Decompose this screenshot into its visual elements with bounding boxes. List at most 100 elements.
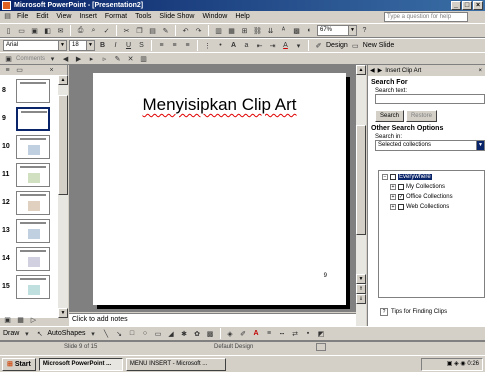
- slide-show-icon[interactable]: ▷: [28, 314, 39, 325]
- search-text-input[interactable]: [375, 94, 485, 104]
- font-color-icon[interactable]: A: [251, 328, 262, 339]
- slide-thumbnail-8[interactable]: 8: [0, 79, 60, 103]
- search-in-select[interactable]: Selected collections ▼: [375, 140, 485, 151]
- close-icon[interactable]: ×: [478, 68, 482, 74]
- print-icon[interactable]: ⎙: [75, 25, 86, 36]
- hyperlink-icon[interactable]: ⛓: [252, 25, 263, 36]
- slide-thumbnail-15[interactable]: 15: [0, 275, 60, 299]
- next-slide-icon[interactable]: ⇓: [356, 294, 366, 304]
- checkbox-icon[interactable]: [398, 204, 404, 210]
- reject-icon[interactable]: ▹: [99, 53, 110, 64]
- save-icon[interactable]: ▣: [29, 25, 40, 36]
- menu-edit[interactable]: Edit: [32, 11, 52, 23]
- chevron-down-icon[interactable]: ▾: [21, 328, 32, 339]
- increase-indent-icon[interactable]: ⇥: [267, 40, 278, 51]
- outline-tab-icon[interactable]: ≡: [3, 66, 12, 74]
- decrease-indent-icon[interactable]: ⇤: [254, 40, 265, 51]
- collapse-icon[interactable]: −: [382, 174, 388, 180]
- start-button[interactable]: ⊞ Start: [2, 357, 36, 371]
- tables-borders-icon[interactable]: ⊞: [239, 25, 250, 36]
- font-size-select[interactable]: 18 ▼: [69, 40, 95, 51]
- comments-button[interactable]: Comments: [16, 56, 45, 62]
- slide-canvas[interactable]: Menyisipkan Clip Art 9: [93, 73, 346, 305]
- back-icon[interactable]: ◀: [370, 67, 375, 74]
- bullets-icon[interactable]: •: [215, 40, 226, 51]
- slide-sorter-icon[interactable]: ▦: [15, 314, 26, 325]
- menu-tools[interactable]: Tools: [131, 11, 155, 23]
- task-pane-title[interactable]: Insert Clip Art: [385, 68, 421, 74]
- previous-item-icon[interactable]: ◀: [60, 53, 71, 64]
- new-slide-icon[interactable]: ▭: [350, 40, 361, 51]
- scroll-up-icon[interactable]: ▲: [58, 75, 68, 85]
- scroll-thumb[interactable]: [356, 125, 366, 235]
- font-select[interactable]: Arial ▼: [3, 40, 67, 51]
- slide-thumbnail-13[interactable]: 13: [0, 219, 60, 243]
- slides-tab-icon[interactable]: ▭: [15, 66, 24, 74]
- menu-help[interactable]: Help: [231, 11, 253, 23]
- autoshapes-menu[interactable]: AutoShapes: [47, 330, 85, 337]
- shadow-style-icon[interactable]: ▪: [303, 328, 314, 339]
- slide-thumbnail-9[interactable]: 9: [0, 107, 60, 131]
- numbering-icon[interactable]: ⋮: [202, 40, 213, 51]
- color-grayscale-icon[interactable]: ◐: [304, 25, 315, 36]
- cut-icon[interactable]: ✂: [121, 25, 132, 36]
- slides-scrollbar[interactable]: ▲ ▼: [58, 75, 68, 318]
- 3d-style-icon[interactable]: ◩: [316, 328, 327, 339]
- slide-thumbnail-12[interactable]: 12: [0, 191, 60, 215]
- delete-comment-icon[interactable]: ✕: [125, 53, 136, 64]
- checkbox-icon[interactable]: [398, 184, 404, 190]
- scroll-down-icon[interactable]: ▼: [356, 274, 366, 284]
- new-slide-button[interactable]: New Slide: [363, 42, 395, 49]
- undo-icon[interactable]: ↶: [180, 25, 191, 36]
- print-preview-icon[interactable]: ⌕: [88, 25, 99, 36]
- checkbox-icon[interactable]: [390, 174, 396, 180]
- markup-icon[interactable]: ▣: [3, 53, 14, 64]
- chart-icon[interactable]: ▥: [213, 25, 224, 36]
- slide-title[interactable]: Menyisipkan Clip Art: [93, 95, 346, 115]
- search-button[interactable]: Search: [375, 110, 405, 122]
- open-icon[interactable]: ▭: [16, 25, 27, 36]
- new-icon[interactable]: ▯: [3, 25, 14, 36]
- help-search-input[interactable]: Type a question for help: [384, 12, 468, 22]
- tree-item-everywhere[interactable]: − Everywhere: [382, 174, 432, 180]
- document-icon[interactable]: ▤: [2, 12, 13, 23]
- menu-slide-show[interactable]: Slide Show: [155, 11, 198, 23]
- design-button[interactable]: Design: [326, 42, 348, 49]
- help-icon[interactable]: ?: [359, 25, 370, 36]
- next-item-icon[interactable]: ▶: [73, 53, 84, 64]
- close-pane-icon[interactable]: ×: [47, 66, 56, 74]
- tree-item-my-collections[interactable]: + My Collections: [390, 184, 445, 190]
- format-painter-icon[interactable]: ✎: [160, 25, 171, 36]
- arrow-icon[interactable]: ▾: [47, 53, 58, 64]
- scroll-up-icon[interactable]: ▲: [356, 65, 366, 75]
- apply-icon[interactable]: ▸: [86, 53, 97, 64]
- increase-font-icon[interactable]: A: [228, 40, 239, 51]
- arrow-style-icon[interactable]: ⇄: [290, 328, 301, 339]
- close-button[interactable]: ×: [473, 1, 483, 10]
- line-icon[interactable]: ╲: [101, 328, 112, 339]
- slide-thumbnail-14[interactable]: 14: [0, 247, 60, 271]
- menu-insert[interactable]: Insert: [75, 11, 101, 23]
- grid-icon[interactable]: ▩: [291, 25, 302, 36]
- restore-button[interactable]: Restore: [405, 110, 437, 122]
- paste-icon[interactable]: ▤: [147, 25, 158, 36]
- redo-icon[interactable]: ↷: [193, 25, 204, 36]
- font-color-icon[interactable]: A: [280, 40, 291, 51]
- chevron-down-icon[interactable]: ▾: [88, 328, 99, 339]
- shadow-icon[interactable]: S: [136, 40, 147, 51]
- slide-thumbnail-10[interactable]: 10: [0, 135, 60, 159]
- email-icon[interactable]: ✉: [55, 25, 66, 36]
- expand-icon[interactable]: +: [390, 194, 396, 200]
- design-icon[interactable]: ✐: [313, 40, 324, 51]
- decrease-font-icon[interactable]: a: [241, 40, 252, 51]
- expand-all-icon[interactable]: ⇊: [265, 25, 276, 36]
- permission-icon[interactable]: ◧: [42, 25, 53, 36]
- select-objects-icon[interactable]: ↖: [34, 328, 45, 339]
- rectangle-icon[interactable]: □: [127, 328, 138, 339]
- tree-item-office-collections[interactable]: + ✓ Office Collections: [390, 194, 453, 200]
- scroll-thumb[interactable]: [58, 95, 68, 195]
- align-right-icon[interactable]: ≡: [182, 40, 193, 51]
- tree-item-web-collections[interactable]: + Web Collections: [390, 204, 449, 210]
- expand-icon[interactable]: +: [390, 204, 396, 210]
- center-icon[interactable]: ≡: [169, 40, 180, 51]
